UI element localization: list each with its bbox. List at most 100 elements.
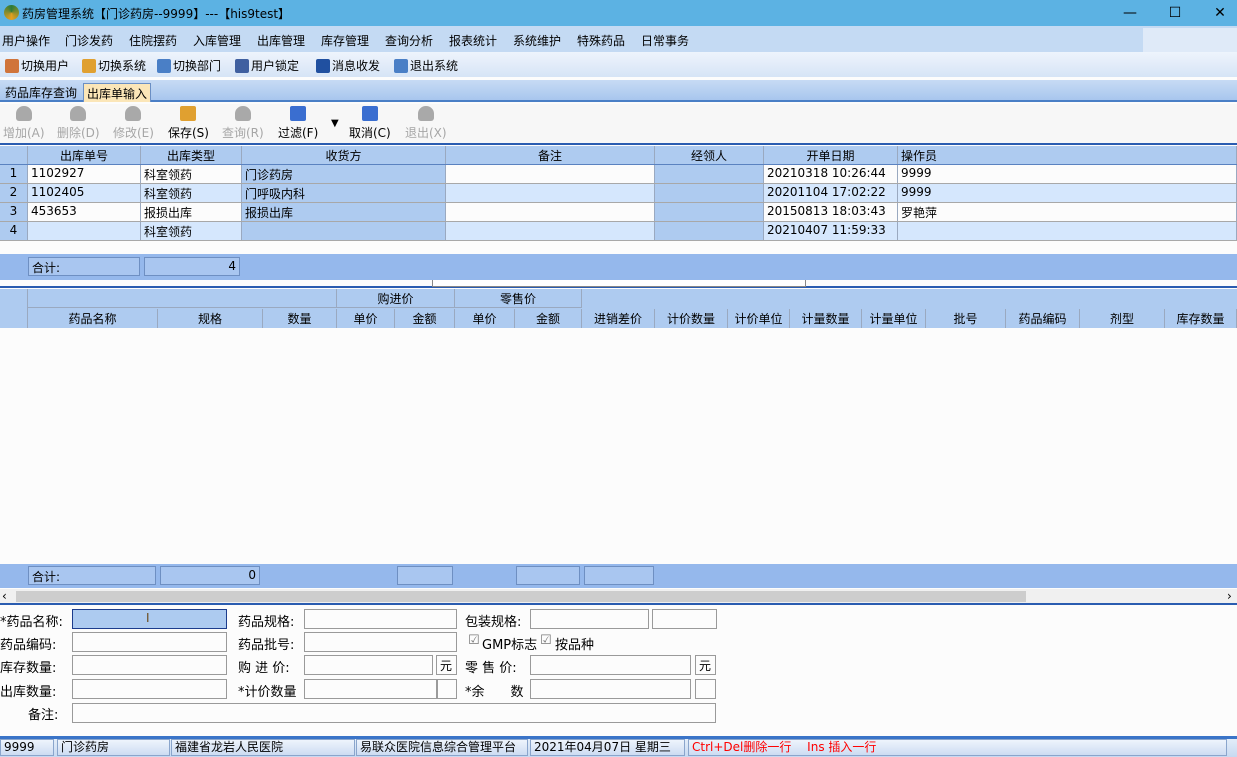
table-cell[interactable]: 报损出库 [242, 203, 446, 221]
menu-item[interactable]: 用户操作 [2, 32, 50, 49]
table-cell[interactable]: 1 [0, 165, 28, 183]
action-button-0[interactable]: 增加(A) [3, 106, 45, 141]
action-button-6[interactable]: 取消(C) [349, 106, 391, 141]
table-cell[interactable]: 20210407 11:59:33 [764, 222, 898, 240]
pack-unit-input[interactable] [652, 609, 717, 629]
horizontal-scrollbar[interactable]: ‹ › [0, 589, 1237, 605]
table-cell[interactable]: 3 [0, 203, 28, 221]
scroll-left-icon[interactable]: ‹ [2, 589, 7, 603]
table-cell[interactable]: 科室领药 [141, 165, 242, 183]
table-cell[interactable]: 453653 [28, 203, 141, 221]
remark-input[interactable] [72, 703, 716, 723]
table-cell[interactable]: 报损出库 [141, 203, 242, 221]
table-cell[interactable]: 1102927 [28, 165, 141, 183]
column-header[interactable]: 开单日期 [764, 146, 898, 164]
tab-0[interactable]: 药品库存查询 [2, 83, 80, 102]
by-variety-checkbox[interactable]: ☑ [540, 633, 552, 648]
table-cell[interactable] [242, 222, 446, 240]
column-header[interactable]: 药品名称 [28, 309, 158, 328]
action-button-1[interactable]: 删除(D) [57, 106, 100, 141]
column-header[interactable] [0, 146, 28, 164]
out-qty-input[interactable] [72, 679, 227, 699]
table-cell[interactable]: 科室领药 [141, 222, 242, 240]
table-cell[interactable]: 2 [0, 184, 28, 202]
column-header[interactable]: 计量单位 [862, 309, 926, 328]
column-header[interactable]: 计价单位 [728, 309, 790, 328]
table-cell[interactable] [446, 165, 655, 183]
table-cell[interactable] [898, 222, 1237, 240]
remainder-unit[interactable] [695, 679, 716, 699]
toolbar-info-message-button[interactable]: 消息收发 [316, 57, 380, 74]
remainder-input[interactable] [530, 679, 691, 699]
minimize-button[interactable]: — [1107, 0, 1153, 26]
column-header[interactable]: 规格 [158, 309, 263, 328]
column-header[interactable]: 数量 [263, 309, 337, 328]
table-cell[interactable] [446, 184, 655, 202]
column-header[interactable]: 金额 [395, 309, 455, 328]
table-cell[interactable] [655, 184, 764, 202]
column-header[interactable]: 出库类型 [141, 146, 242, 164]
table-cell[interactable]: 门诊药房 [242, 165, 446, 183]
yuan-unit[interactable]: 元 [436, 655, 457, 675]
table-cell[interactable] [446, 222, 655, 240]
gmp-checkbox[interactable]: ☑ [468, 633, 480, 648]
menu-item[interactable]: 特殊药品 [577, 32, 625, 49]
table-cell[interactable]: 科室领药 [141, 184, 242, 202]
column-header[interactable]: 库存数量 [1165, 309, 1237, 328]
menu-item[interactable]: 门诊发药 [65, 32, 113, 49]
maximize-button[interactable]: ☐ [1152, 0, 1198, 26]
table-cell[interactable]: 9999 [898, 165, 1237, 183]
batch-no-input[interactable] [304, 632, 457, 652]
column-header[interactable]: 计量数量 [790, 309, 862, 328]
table-cell[interactable]: 20201104 17:02:22 [764, 184, 898, 202]
action-button-4[interactable]: 查询(R) [222, 106, 264, 141]
table-cell[interactable] [655, 222, 764, 240]
column-header[interactable]: 备注 [446, 146, 655, 164]
close-button[interactable]: ✕ [1197, 0, 1237, 26]
stock-qty-input[interactable] [72, 655, 227, 675]
menu-item[interactable]: 住院摆药 [129, 32, 177, 49]
table-row[interactable]: 2 1102405 科室领药 门呼吸内科 20201104 17:02:22 9999 [0, 184, 1237, 203]
toolbar-switch-department-button[interactable]: 切换部门 [157, 57, 221, 74]
column-header[interactable]: 剂型 [1080, 309, 1165, 328]
table-cell[interactable]: 4 [0, 222, 28, 240]
pack-spec-input[interactable] [530, 609, 649, 629]
retail-price-input[interactable] [530, 655, 691, 675]
toolbar-switch-system-button[interactable]: 切换系统 [82, 57, 146, 74]
table-cell[interactable]: 门呼吸内科 [242, 184, 446, 202]
action-button-7[interactable]: 退出(X) [405, 106, 447, 141]
menu-item[interactable]: 查询分析 [385, 32, 433, 49]
tab-1[interactable]: 出库单输入 [83, 83, 152, 102]
splitter-handle[interactable] [432, 280, 806, 287]
column-header[interactable]: 进销差价 [582, 309, 655, 328]
price-qty-input[interactable] [304, 679, 437, 699]
price-qty-unit[interactable] [437, 679, 457, 699]
table-cell[interactable]: 1102405 [28, 184, 141, 202]
scrollbar-thumb[interactable] [16, 591, 1026, 602]
table-cell[interactable]: 9999 [898, 184, 1237, 202]
table-row[interactable]: 4 科室领药 20210407 11:59:33 [0, 222, 1237, 241]
action-button-2[interactable]: 修改(E) [113, 106, 154, 141]
purchase-price-input[interactable] [304, 655, 433, 675]
menu-item[interactable]: 日常事务 [641, 32, 689, 49]
table-cell[interactable]: 20150813 18:03:43 [764, 203, 898, 221]
table-cell[interactable]: 罗艳萍 [898, 203, 1237, 221]
splitter[interactable] [0, 280, 1237, 288]
menu-item[interactable]: 库存管理 [321, 32, 369, 49]
filter-dropdown-icon[interactable]: ▼ [331, 118, 339, 129]
menu-item[interactable]: 出库管理 [257, 32, 305, 49]
table-row[interactable]: 3 453653 报损出库 报损出库 20150813 18:03:43 罗艳萍 [0, 203, 1237, 222]
action-button-3[interactable]: 保存(S) [168, 106, 209, 141]
table-cell[interactable] [655, 203, 764, 221]
drug-spec-input[interactable] [304, 609, 457, 629]
column-header[interactable]: 单价 [455, 309, 515, 328]
table-row[interactable]: 1 1102927 科室领药 门诊药房 20210318 10:26:44 9999 [0, 165, 1237, 184]
toolbar-exit-button[interactable]: 退出系统 [394, 57, 458, 74]
toolbar-user-lock-button[interactable]: 用户锁定 [235, 57, 299, 74]
column-header[interactable]: 金额 [515, 309, 582, 328]
column-header[interactable]: 操作员 [898, 146, 1237, 164]
table-cell[interactable]: 20210318 10:26:44 [764, 165, 898, 183]
toolbar-switch-user-button[interactable]: 切换用户 [5, 57, 69, 74]
menu-item[interactable]: 系统维护 [513, 32, 561, 49]
column-header[interactable]: 单价 [337, 309, 395, 328]
